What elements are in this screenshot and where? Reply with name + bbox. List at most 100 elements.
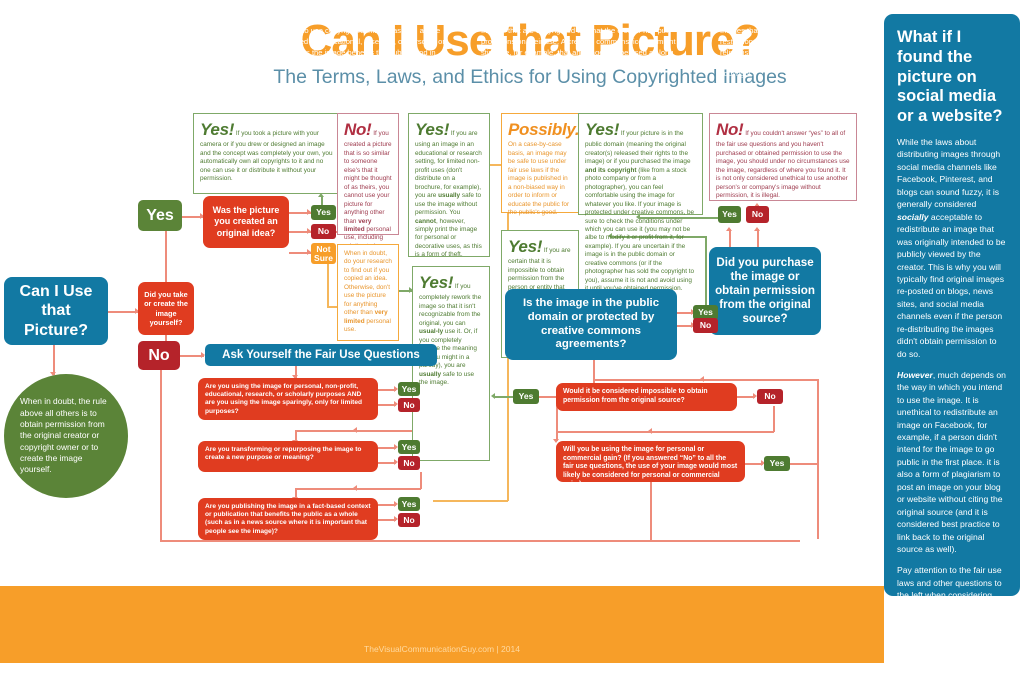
- fair-use-question-3-label: Are you publishing the image in a fact-b…: [205, 503, 371, 535]
- connector: [556, 405, 558, 433]
- chip-yes-fair-use-3[interactable]: Yes: [398, 497, 420, 511]
- chip-label: Yes: [401, 498, 417, 509]
- connector: [790, 463, 818, 465]
- chip-label: No: [148, 346, 170, 364]
- connector: [757, 229, 759, 247]
- chip-yes-take-create[interactable]: Yes: [138, 200, 182, 231]
- start-box: Can I Use that Picture?: [4, 277, 108, 345]
- sidebar-p1-a: While the laws about distributing images…: [897, 136, 1001, 210]
- connector: [160, 368, 162, 541]
- question-impossible-permission: Would it be considered impossible to obt…: [556, 383, 737, 411]
- sidebar-paragraph-3: Pay attention to the fair use laws and o…: [897, 565, 1003, 688]
- sidebar-p1-emph: socially: [897, 211, 929, 222]
- footer-copyright-body: The protection given to any created imag…: [22, 26, 215, 68]
- connector: [295, 430, 421, 432]
- question-public-domain: Is the image in the public domain or pro…: [505, 289, 677, 360]
- outcome-no-similar: No! If you created a picture that is so …: [337, 113, 399, 258]
- sidebar-paragraph-2: However, much depends on the way in whic…: [897, 369, 1007, 556]
- question-did-you-purchase: Did you purchase the image or obtain per…: [709, 247, 821, 335]
- chip-no-fair-use-1[interactable]: No: [398, 398, 420, 412]
- chip-no-fair-use-3[interactable]: No: [398, 513, 420, 527]
- connector: [433, 500, 508, 502]
- arrow: [700, 376, 704, 382]
- chip-no-purchase[interactable]: No: [746, 206, 769, 223]
- fair-use-header-label: Ask Yourself the Fair Use Questions: [222, 348, 420, 361]
- footer-column-creative-commons: Creative Commons Images that are copyrig…: [481, 12, 681, 69]
- outcome-possibly: Possibly. On a case-by-case basis, an im…: [501, 113, 580, 217]
- arrow: [648, 428, 652, 434]
- fair-use-question-2-label: Are you transforming or repurposing the …: [205, 446, 362, 462]
- arrow: [491, 393, 495, 399]
- outcome-yes-educational: Yes! If you are using an image in an edu…: [408, 113, 490, 258]
- footer-fair-use-title: Fair Use: [252, 12, 298, 24]
- chip-label: No: [764, 391, 776, 402]
- connector: [817, 379, 819, 539]
- sidebar-p2-emph: However: [897, 369, 933, 380]
- sidebar-title: What if I found the picture on social me…: [897, 28, 1003, 126]
- chip-yes-fair-use-2[interactable]: Yes: [398, 440, 420, 454]
- chip-label: Yes: [401, 383, 417, 394]
- chip-label: Yes: [698, 307, 713, 318]
- footer-fair-use-body: The legal right to use copyrighted image…: [252, 26, 445, 68]
- question-take-or-create: Did you take or create the image yoursel…: [138, 282, 194, 335]
- chip-yes-impossible[interactable]: Yes: [513, 389, 539, 404]
- outcome-body-a: If you created a picture that is so simi…: [344, 130, 392, 225]
- chip-no-fair-use-2[interactable]: No: [398, 456, 420, 470]
- chip-label: No: [403, 399, 415, 410]
- sidebar-p1-b: acceptable to redistribute an image that…: [897, 211, 1006, 359]
- footer-column-copyright: Copyright The protection given to any cr…: [22, 12, 218, 69]
- chip-no-original-idea[interactable]: No: [311, 224, 336, 239]
- infographic-canvas: Can I Use that Picture? The Terms, Laws,…: [0, 0, 1024, 687]
- chip-yes-purchase[interactable]: Yes: [718, 206, 741, 223]
- chip-label: No: [751, 209, 764, 220]
- fair-use-question-1-label: Are you using the image for personal, no…: [205, 383, 363, 415]
- outcome-emph-1: usual-ly: [419, 328, 444, 336]
- chip-label: No: [317, 226, 330, 237]
- chip-label: No: [699, 320, 712, 331]
- outcome-yes-public-domain: Yes! If your picture is in the public do…: [578, 113, 703, 292]
- chip-no-impossible[interactable]: No: [757, 389, 783, 404]
- connector: [593, 379, 818, 381]
- footer-copyright-title: Copyright: [22, 12, 77, 24]
- chip-notsure-original-idea[interactable]: Not Sure: [311, 243, 336, 264]
- footer-pd-body: Images that no longer have copyright res…: [720, 26, 880, 80]
- chip-label: No: [403, 514, 415, 525]
- connector: [295, 488, 421, 490]
- outcome-emph-1: usually: [438, 192, 461, 200]
- chip-no-public-domain[interactable]: No: [693, 318, 718, 333]
- outcome-body: On a case-by-case basis, an image may be…: [508, 141, 570, 217]
- chip-label: No: [403, 457, 415, 468]
- outcome-emph-2: cannot: [415, 217, 436, 225]
- arrow: [754, 227, 760, 231]
- arrow: [353, 427, 357, 433]
- outcome-body-a: If you are using an image in an educatio…: [415, 130, 482, 200]
- outcome-lead: Yes!: [585, 120, 620, 139]
- footer-column-public-domain: Public Domain Images that no longer have…: [720, 12, 880, 80]
- sidebar-p2-body: , much depends on the way in which you i…: [897, 369, 1006, 555]
- outcome-body-b: (like from a stock photo company or from…: [585, 166, 695, 292]
- outcome-no-illegal: No! If you couldn't answer “yes” to all …: [709, 113, 857, 201]
- fair-use-question-1: Are you using the image for personal, no…: [198, 378, 378, 420]
- chip-yes-commercial-gain[interactable]: Yes: [764, 456, 790, 471]
- chip-yes-original-idea[interactable]: Yes: [311, 205, 336, 220]
- footer-pd-title: Public Domain: [720, 12, 800, 24]
- footer-cc-body: Images that are copyrighted but that the…: [481, 26, 676, 68]
- connector: [160, 540, 800, 542]
- outcome-lead: No!: [344, 120, 372, 139]
- outcome-yes-own-camera: Yes! If you took a picture with your cam…: [193, 113, 341, 194]
- connector: [593, 360, 595, 380]
- chip-label: Yes: [769, 458, 785, 469]
- outcome-lead: Yes!: [415, 120, 450, 139]
- chip-yes-fair-use-1[interactable]: Yes: [398, 382, 420, 396]
- outcome-lead: Possibly.: [508, 120, 580, 139]
- fair-use-header: Ask Yourself the Fair Use Questions: [205, 344, 437, 366]
- footer-cc-title: Creative Commons: [481, 12, 586, 24]
- chip-label: Yes: [518, 391, 534, 402]
- connector: [108, 311, 138, 313]
- question-did-you-purchase-label: Did you purchase the image or obtain per…: [715, 255, 815, 326]
- connector: [420, 472, 422, 489]
- outcome-emph: and its copyright: [585, 166, 637, 174]
- chip-no-take-create[interactable]: No: [138, 341, 180, 370]
- chip-label: Not Sure: [314, 243, 333, 263]
- connector: [53, 345, 55, 375]
